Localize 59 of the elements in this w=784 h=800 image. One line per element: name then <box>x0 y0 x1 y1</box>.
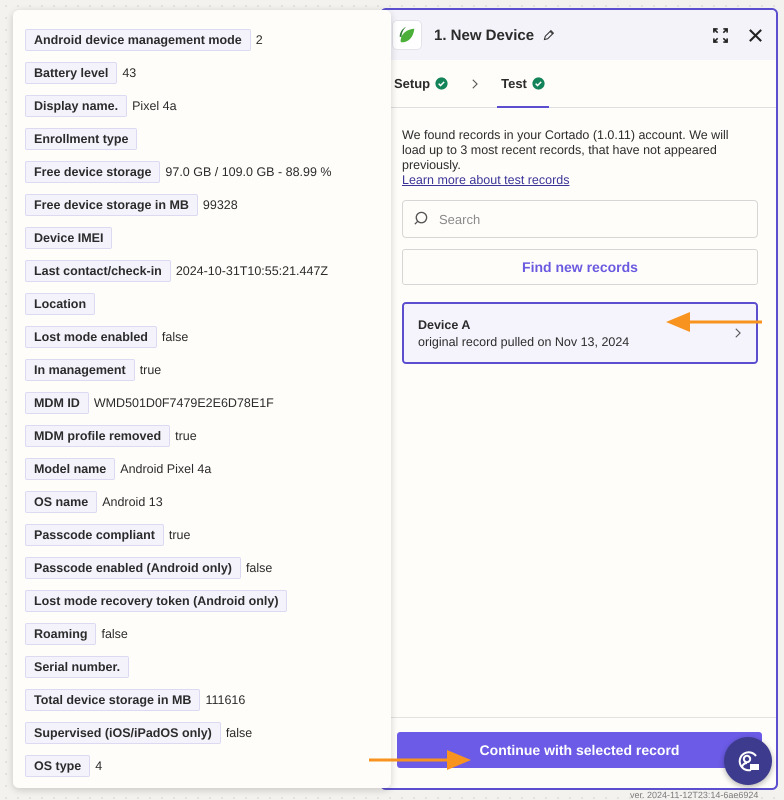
step-tab[interactable]: Setup <box>394 60 452 108</box>
field-label: Android device management mode <box>25 29 251 51</box>
field-label: OS type <box>25 755 90 777</box>
field-label: MDM ID <box>25 392 89 414</box>
check-icon <box>532 76 545 90</box>
version-text: ver. 2024-11-12T23:14-6ae6924 <box>630 791 758 800</box>
field-label: Supervised (iOS/iPadOS only) <box>25 722 221 744</box>
field-label: OS name <box>25 491 98 513</box>
step-title: 1. New Device <box>434 26 534 44</box>
field-label: Battery level <box>25 62 118 84</box>
pencil-icon[interactable] <box>542 28 556 42</box>
field-label: Display name. <box>25 95 128 117</box>
field-label: Lost mode enabled <box>25 326 157 348</box>
step-tab[interactable]: Test <box>497 60 549 108</box>
field-value: 43 <box>122 66 136 80</box>
field-value: true <box>175 429 197 443</box>
search-field[interactable]: Search <box>402 200 758 238</box>
record-title: Device A <box>418 318 472 332</box>
field-value: Pixel 4a <box>132 99 177 113</box>
expand-icon[interactable] <box>712 26 729 44</box>
field-label: Model name <box>25 458 116 480</box>
field-label: Lost mode recovery token (Android only) <box>25 590 288 612</box>
field-label: Last contact/check-in <box>25 260 171 282</box>
field-label: In management <box>25 359 135 381</box>
close-icon[interactable] <box>747 26 764 44</box>
field-value: false <box>162 330 188 344</box>
record-card[interactable]: Device A original record pulled on Nov 13, 2024 <box>402 302 758 364</box>
field-value: 99328 <box>202 198 238 212</box>
field-value: Android Pixel 4a <box>120 462 212 476</box>
record-subtitle: original record pulled on Nov 13, 2024 <box>418 334 630 348</box>
field-value: false <box>226 726 252 740</box>
field-label: Free device storage in MB <box>25 194 198 216</box>
field-value: false <box>101 627 128 641</box>
field-value: 2 <box>256 33 263 47</box>
field-label: Passcode compliant <box>25 524 164 546</box>
field-label: Total device storage in MB <box>25 689 200 711</box>
field-label: Enrollment type <box>25 128 138 150</box>
field-label: Device IMEI <box>25 227 112 249</box>
check-icon <box>435 76 448 90</box>
field-value: true <box>140 363 162 377</box>
field-value: false <box>246 561 272 575</box>
description-text: We found records in your Cortado (1.0.11) account. We will load up to 3 most recent records, that have not appeared previously. <box>402 128 730 173</box>
field-label: Location <box>25 293 96 315</box>
field-value: Android 13 <box>102 495 163 509</box>
field-value: 2024-10-31T10:55:21.447Z <box>176 264 328 278</box>
chevron-icon <box>470 78 480 90</box>
field-value: true <box>168 528 190 542</box>
field-label: MDM profile removed <box>25 425 170 447</box>
field-value: 111616 <box>205 693 246 707</box>
field-label: Passcode enabled (Android only) <box>25 557 241 579</box>
field-label: Serial number. <box>25 656 130 678</box>
field-value: 4 <box>95 759 102 773</box>
field-value: 97.0 GB / 109.0 GB - 88.99 % <box>165 165 332 179</box>
field-value: WMD501D0F7479E2E6D78E1F <box>94 396 274 410</box>
help-link[interactable]: Learn more about test records <box>402 173 570 188</box>
chevron-icon <box>733 327 742 339</box>
field-label: Free device storage <box>25 161 160 183</box>
field-label: Roaming <box>25 623 96 645</box>
find-records-button[interactable]: Find new records <box>402 249 758 285</box>
